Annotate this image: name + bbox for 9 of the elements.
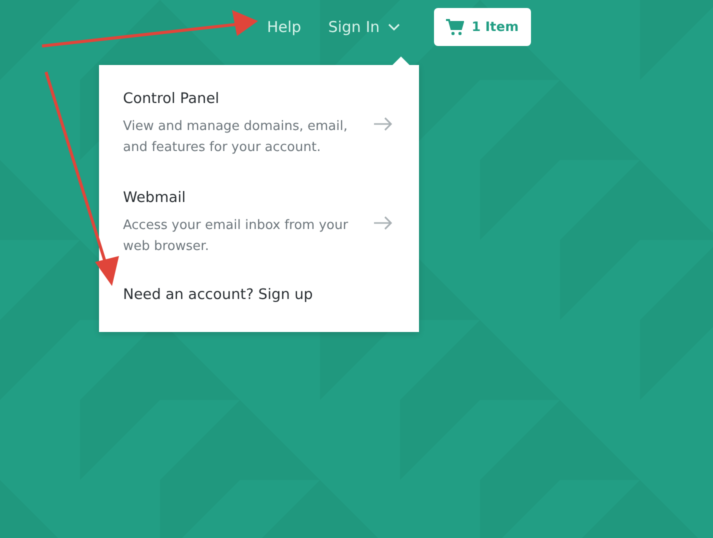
menu-item-description: View and manage domains, email, and features for your account. <box>123 118 348 157</box>
arrow-right-icon[interactable] <box>373 216 393 230</box>
menu-item-title[interactable]: Control Panel <box>123 91 355 107</box>
menu-item-description: Access your email inbox from your web browser. <box>123 217 350 256</box>
chevron-icon <box>388 23 400 31</box>
menu-item-title[interactable]: Webmail <box>123 190 355 206</box>
cart-icon <box>446 18 464 36</box>
sign-up-link[interactable]: Need an account? Sign up <box>123 287 395 303</box>
arrow-right-icon[interactable] <box>373 117 393 131</box>
